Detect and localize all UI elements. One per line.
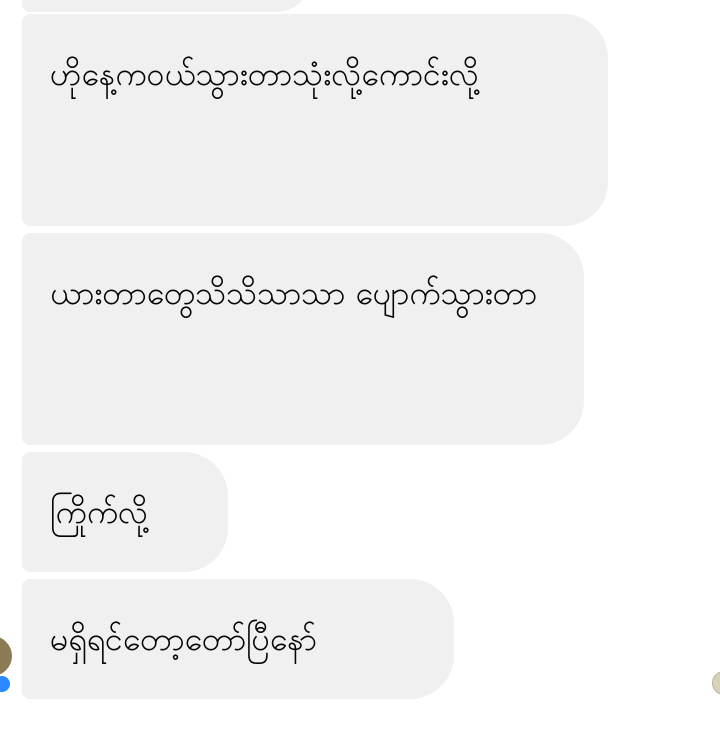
messenger-badge-icon [0, 676, 10, 692]
message-bubble-previous[interactable] [22, 0, 312, 12]
seen-avatar-icon [712, 671, 720, 695]
message-bubble[interactable]: ယားတာတွေသိသိသာသာ ပျောက်သွားတာ [22, 233, 584, 445]
message-bubble[interactable]: ဟိုနေ့ကဝယ်သွားတာသုံးလို့ကောင်းလို့ [22, 14, 608, 226]
contact-avatar[interactable] [0, 636, 12, 676]
message-bubble[interactable]: ကြိုက်လို့ [22, 452, 228, 572]
message-bubble[interactable]: မရှိရင်တော့တော်ပြီနော် [22, 579, 454, 699]
